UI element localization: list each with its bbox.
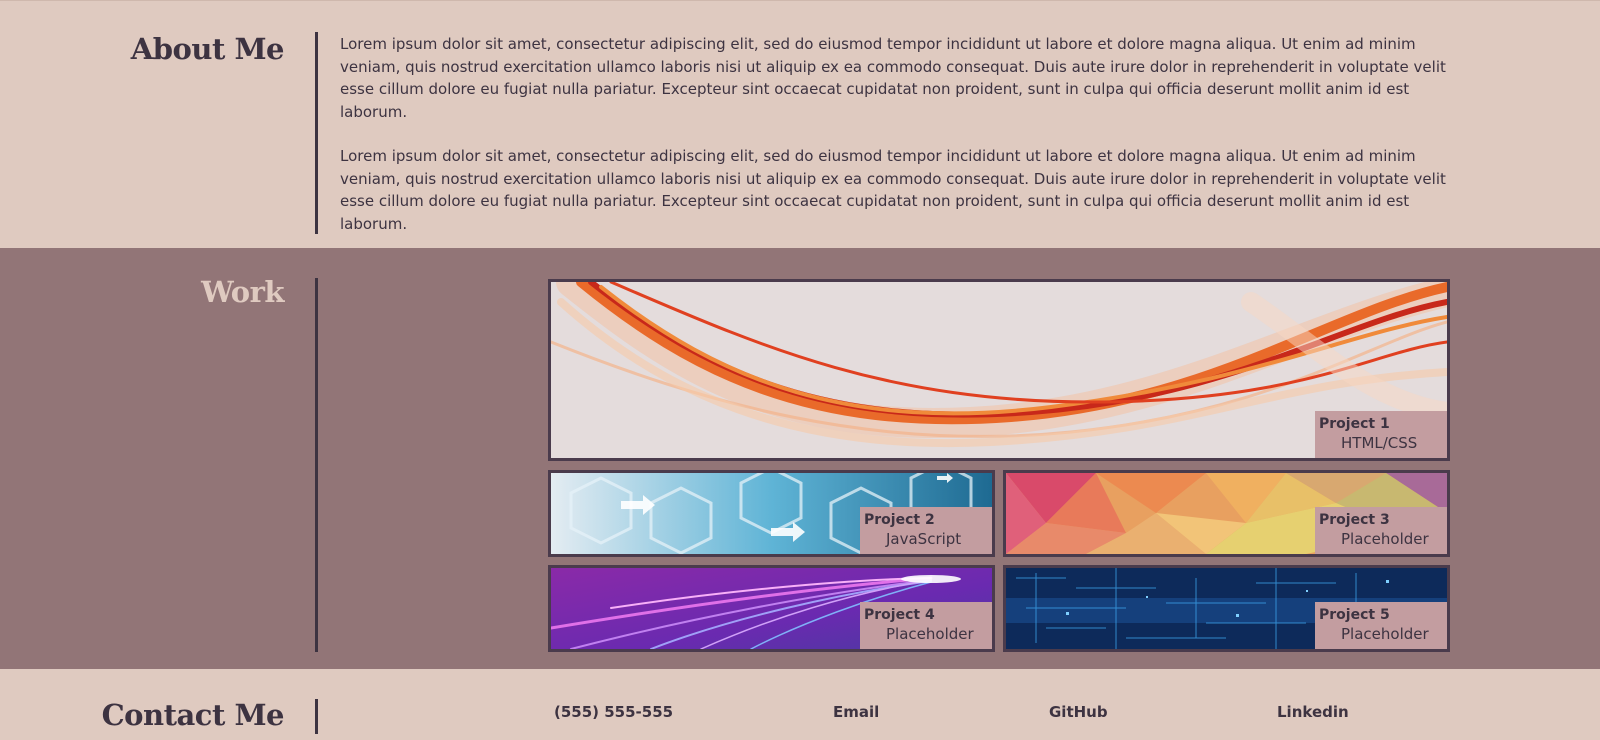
project-label: Project 4 Placeholder: [860, 602, 992, 649]
project-label: Project 3 Placeholder: [1315, 507, 1447, 554]
about-section: About Me Lorem ipsum dolor sit amet, con…: [0, 0, 1600, 248]
about-paragraph: Lorem ipsum dolor sit amet, consectetur …: [340, 35, 1446, 121]
project-label: Project 1 HTML/CSS: [1315, 411, 1447, 458]
project-name: Project 3: [1319, 512, 1390, 528]
contact-heading: Contact Me: [101, 698, 285, 732]
project-desc: Placeholder: [1341, 625, 1429, 643]
contact-divider: [315, 699, 318, 734]
project-1-image: [551, 282, 1447, 458]
project-name: Project 1: [1319, 416, 1390, 432]
project-label: Project 2 JavaScript: [860, 507, 992, 554]
project-desc: JavaScript: [886, 530, 962, 548]
project-desc: HTML/CSS: [1341, 434, 1418, 452]
project-desc: Placeholder: [1341, 530, 1429, 548]
about-divider: [315, 32, 318, 234]
project-name: Project 2: [864, 512, 935, 528]
project-card-4[interactable]: Project 4 Placeholder: [548, 565, 995, 652]
project-card-2[interactable]: Project 2 JavaScript: [548, 470, 995, 557]
phone-link[interactable]: (555) 555-555: [554, 703, 673, 721]
project-name: Project 4: [864, 607, 935, 623]
project-card-3[interactable]: Project 3 Placeholder: [1003, 470, 1450, 557]
about-text: Lorem ipsum dolor sit amet, consectetur …: [340, 33, 1455, 235]
project-name: Project 5: [1319, 607, 1390, 623]
project-label: Project 5 Placeholder: [1315, 602, 1447, 649]
email-link[interactable]: Email: [833, 703, 879, 721]
contact-section: Contact Me (555) 555-555 Email GitHub Li…: [0, 669, 1600, 740]
work-divider: [315, 278, 318, 652]
project-card-1[interactable]: Project 1 HTML/CSS: [548, 279, 1450, 461]
work-heading: Work: [201, 275, 284, 309]
github-link[interactable]: GitHub: [1049, 703, 1108, 721]
project-desc: Placeholder: [886, 625, 974, 643]
about-heading: About Me: [130, 32, 285, 66]
project-card-5[interactable]: Project 5 Placeholder: [1003, 565, 1450, 652]
linkedin-link[interactable]: Linkedin: [1277, 703, 1349, 721]
about-paragraph: Lorem ipsum dolor sit amet, consectetur …: [340, 147, 1446, 233]
